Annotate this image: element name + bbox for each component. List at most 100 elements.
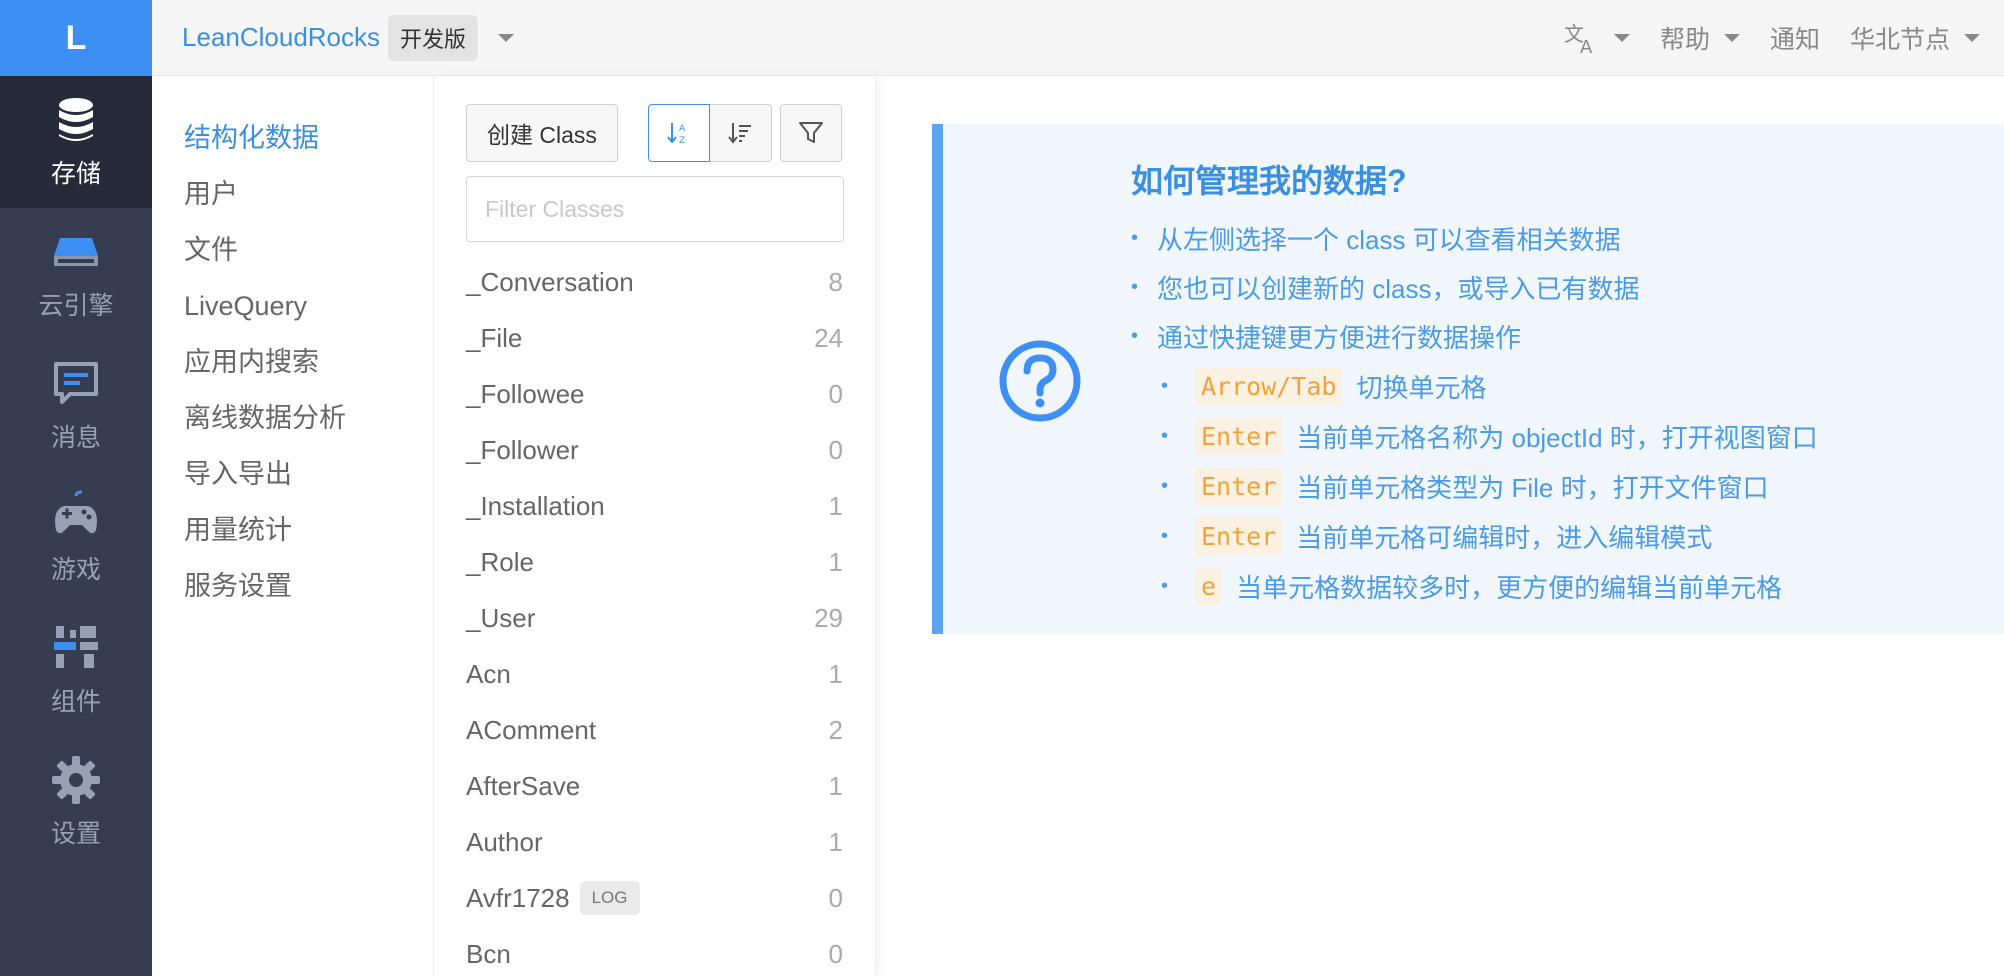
rail-item-settings[interactable]: 设置 [0, 736, 152, 868]
shortcut-desc: 当前单元格可编辑时，进入编辑模式 [1296, 522, 1713, 553]
chevron-down-icon [1613, 34, 1630, 42]
class-count: 0 [828, 434, 843, 465]
translate-icon: 文 A [1564, 22, 1593, 55]
class-name-wrap: Avfr1728 LOG [466, 881, 640, 915]
class-row[interactable]: _Followee 0 [466, 366, 843, 422]
components-icon [54, 626, 98, 668]
menu-item-structured-data[interactable]: 结构化数据 [152, 110, 433, 166]
menu-item-usage-stats[interactable]: 用量统计 [152, 502, 433, 558]
class-count: 2 [828, 714, 843, 745]
app-switcher-chevron-down-icon[interactable] [498, 33, 515, 42]
question-circle-icon [999, 340, 1081, 422]
rail-item-engine[interactable]: 云引擎 [0, 208, 152, 340]
left-nav-rail: L 存储 云引擎 消息 游戏 组件 设置 [0, 0, 152, 976]
class-count: 0 [828, 882, 843, 913]
app-name[interactable]: LeanCloudRocks [182, 22, 380, 53]
bullet: • [1161, 424, 1169, 447]
filter-classes-input[interactable] [466, 176, 844, 242]
class-count: 1 [828, 546, 843, 577]
shortcut-desc: 当前单元格名称为 objectId 时，打开视图窗口 [1296, 422, 1818, 453]
class-name: _Followee [466, 378, 585, 409]
log-badge: LOG [579, 881, 640, 915]
rail-item-label: 消息 [50, 424, 101, 452]
rail-item-label: 游戏 [50, 556, 101, 584]
bullet: • [1161, 474, 1169, 497]
notifications-link[interactable]: 通知 [1770, 20, 1820, 56]
class-row[interactable]: Bcn 0 [466, 926, 843, 976]
notify-label: 通知 [1769, 26, 1820, 54]
database-icon [59, 98, 93, 141]
menu-item-livequery[interactable]: LiveQuery [152, 278, 433, 334]
rail-item-game[interactable]: 游戏 [0, 472, 152, 604]
menu-item-users[interactable]: 用户 [152, 166, 433, 222]
menu-item-import-export[interactable]: 导入导出 [152, 446, 433, 502]
class-toolbar: 创建 Class A Z [466, 104, 843, 162]
rail-item-label: 云引擎 [38, 292, 114, 320]
class-count: 0 [828, 378, 843, 409]
bullet: • [1131, 227, 1139, 249]
sort-alpha-icon: A Z [667, 123, 686, 146]
app-logo[interactable]: L [0, 0, 152, 76]
class-row[interactable]: AComment 2 [466, 702, 843, 758]
tip-item: • 从左侧选择一个 class 可以查看相关数据 [1131, 214, 1818, 263]
rail-item-label: 组件 [50, 688, 101, 716]
class-row[interactable]: Author 1 [466, 814, 843, 870]
class-row[interactable]: Acn 1 [466, 646, 843, 702]
rail-item-components[interactable]: 组件 [0, 604, 152, 736]
class-row[interactable]: _File 24 [466, 310, 843, 366]
class-row[interactable]: _User 29 [466, 590, 843, 646]
class-count: 1 [828, 658, 843, 689]
help-menu[interactable]: 帮助 [1660, 20, 1740, 56]
menu-item-service-settings[interactable]: 服务设置 [152, 558, 433, 614]
class-name: _Conversation [466, 266, 634, 297]
language-switcher[interactable]: 文 A [1564, 21, 1630, 55]
class-row[interactable]: _Conversation 8 [466, 254, 843, 310]
shortcut-item: • Arrow/Tab 切换单元格 [1161, 361, 1818, 411]
menu-item-files[interactable]: 文件 [152, 222, 433, 278]
class-row[interactable]: _Role 1 [466, 534, 843, 590]
region-label: 华北节点 [1849, 26, 1950, 54]
shortcut-desc: 当前单元格类型为 File 时，打开文件窗口 [1296, 472, 1769, 503]
class-row[interactable]: _Follower 0 [466, 422, 843, 478]
region-selector[interactable]: 华北节点 [1850, 20, 1980, 56]
shortcut-item: • Enter 当前单元格名称为 objectId 时，打开视图窗口 [1161, 411, 1818, 461]
sort-amount-icon [728, 123, 752, 144]
top-right-menu: 文 A 帮助 通知 华北节点 [1564, 0, 1980, 76]
shortcut-key: Enter [1195, 517, 1283, 555]
menu-item-offline-analysis[interactable]: 离线数据分析 [152, 390, 433, 446]
class-row[interactable]: Avfr1728 LOG 0 [466, 870, 843, 926]
class-name: AComment [466, 714, 597, 745]
gear-icon [52, 756, 100, 804]
menu-item-in-app-search[interactable]: 应用内搜索 [152, 334, 433, 390]
filter-button[interactable] [779, 104, 842, 162]
sort-alpha-button[interactable]: A Z [647, 104, 710, 162]
sort-count-button[interactable] [709, 104, 772, 162]
bullet: • [1131, 276, 1139, 298]
shortcut-item: • e 当单元格数据较多时，更方便的编辑当前单元格 [1161, 561, 1818, 611]
chat-icon [54, 362, 98, 404]
rail-item-message[interactable]: 消息 [0, 340, 152, 472]
help-info-panel: 如何管理我的数据? • 从左侧选择一个 class 可以查看相关数据 • 您也可… [932, 124, 2004, 634]
class-count: 8 [828, 266, 843, 297]
help-label: 帮助 [1659, 26, 1710, 54]
tip-text: 通过快捷键更方便进行数据操作 [1157, 323, 1522, 353]
shortcut-key: Enter [1195, 467, 1283, 505]
shortcut-desc: 切换单元格 [1356, 372, 1487, 403]
rail-item-storage[interactable]: 存储 [0, 76, 152, 208]
class-count: 1 [828, 826, 843, 857]
class-name: Author [466, 826, 543, 857]
svg-text:Z: Z [679, 136, 685, 146]
class-count: 0 [828, 938, 843, 969]
class-row[interactable]: _Installation 1 [466, 478, 843, 534]
bullet: • [1161, 374, 1169, 397]
svg-text:A: A [1580, 37, 1593, 55]
class-row[interactable]: AfterSave 1 [466, 758, 843, 814]
server-icon [54, 238, 98, 266]
class-name: _File [466, 322, 523, 353]
top-bar: LeanCloudRocks 开发版 文 A 帮助 通知 华北节点 [152, 0, 2004, 76]
svg-text:A: A [679, 124, 686, 134]
tip-item: • 您也可以创建新的 class，或导入已有数据 [1131, 263, 1818, 312]
shortcut-desc: 当单元格数据较多时，更方便的编辑当前单元格 [1236, 572, 1783, 603]
shortcut-key: e [1195, 567, 1223, 605]
create-class-button[interactable]: 创建 Class [466, 104, 618, 162]
